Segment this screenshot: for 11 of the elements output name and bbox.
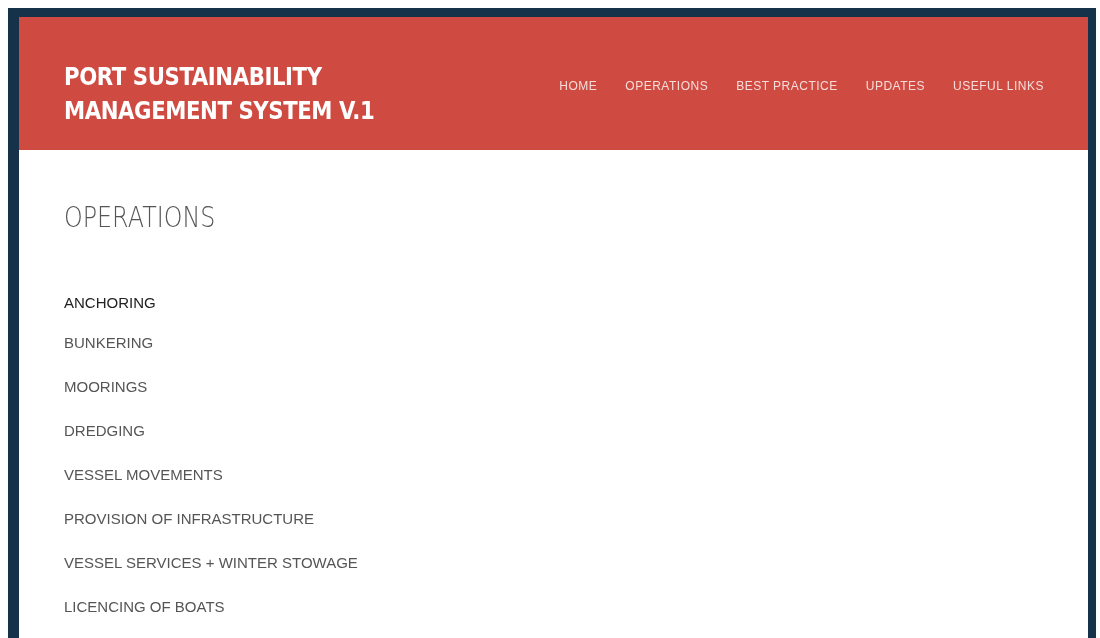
operation-link[interactable]: VESSEL SERVICES + WINTER STOWAGE (64, 554, 358, 572)
operation-link[interactable]: DREDGING (64, 422, 145, 440)
operation-link[interactable]: ANCHORING (64, 294, 156, 312)
operation-link[interactable]: VESSEL MOVEMENTS (64, 466, 223, 484)
operation-link[interactable]: PROVISION OF INFRASTRUCTURE (64, 510, 314, 528)
operation-link[interactable]: LICENCING OF BOATS (64, 598, 225, 616)
site-title[interactable]: PORT SUSTAINABILITY MANAGEMENT SYSTEM V.1 (64, 60, 375, 128)
operation-link[interactable]: MOORINGS (64, 378, 148, 396)
operation-link[interactable]: BUNKERING (64, 334, 154, 352)
nav-link[interactable]: USEFUL LINKS (953, 77, 1044, 95)
page-heading: OPERATIONS (64, 200, 217, 236)
